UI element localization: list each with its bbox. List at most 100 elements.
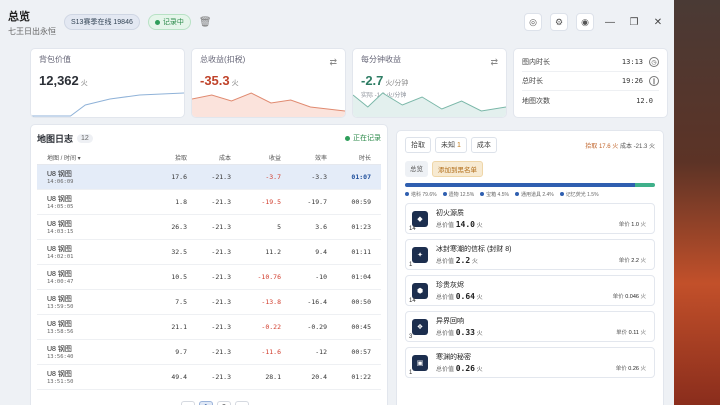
cell-gain: -3.7 xyxy=(265,173,281,181)
category-split-bar xyxy=(405,183,655,187)
cell-eff: 20.4 xyxy=(311,373,327,381)
map-name: U8 钢图 xyxy=(47,171,72,178)
page-button-1[interactable]: 1 xyxy=(199,401,213,405)
tab-unknown[interactable]: 未知 1 xyxy=(435,137,467,153)
side-value: 13:13 xyxy=(621,58,643,66)
col-header-gain[interactable]: 收益 xyxy=(231,153,281,162)
side-label: 地图次数 xyxy=(522,97,550,105)
map-time: 14:03:15 xyxy=(47,229,74,235)
map-name: U8 钢图 xyxy=(47,196,72,203)
tab-pick[interactable]: 拾取 xyxy=(405,137,431,153)
cell-map: U8 钢图 14:06:09 xyxy=(37,169,147,185)
swap-icon[interactable]: ⇄ xyxy=(329,57,337,68)
log-table-header: 地图 / 时间 ▾ 拾取 成本 收益 效率 时长 xyxy=(37,151,381,165)
cell-map: U8 钢图 13:56:40 xyxy=(37,344,147,360)
cell-cost: -21.3 xyxy=(211,373,231,381)
table-row[interactable]: U8 钢图 14:05:05 1.8 -21.3 -19.5 -19.7 00:59 xyxy=(37,190,381,215)
item-unit-value: 0.26 xyxy=(628,366,639,372)
app-window: 总览 七王日出永恒 S13赛季在线 19846 记录中 🗑 ◎ ⚙ ◉ — ❐ … xyxy=(0,0,674,405)
item-unit-label: 单价 xyxy=(612,294,624,300)
maximize-icon[interactable]: ❐ xyxy=(626,17,642,28)
drop-item-list: ◆ 14 初火源质 总价值 14.0 火单价 1.0 火 ✦ 1 冰封寒潮的信标 (封财 8… xyxy=(405,203,655,378)
drop-item[interactable]: ✦ 1 冰封寒潮的信标 (封财 8) 总价值 2.2 火单价 2.2 火 xyxy=(405,239,655,270)
legend-item: 遗物 12.5% xyxy=(443,191,475,198)
prev-page-icon[interactable]: ‹ xyxy=(181,401,195,405)
cell-eff: -16.4 xyxy=(307,298,327,306)
table-row[interactable]: U8 钢图 13:56:40 9.7 -21.3 -11.6 -12 00:57 xyxy=(37,340,381,365)
target-icon[interactable]: ◎ xyxy=(524,13,542,31)
drops-tabs: 拾取 未知 1 成本 拾取 17.6 火 成本 -21.3 火 xyxy=(405,137,655,153)
map-name: U8 钢图 xyxy=(47,346,72,353)
col-header-duration[interactable]: 时长 xyxy=(327,153,371,162)
item-name: 异界回响 xyxy=(436,318,464,325)
drop-item[interactable]: ❖ 3 异界回响 总价值 0.33 火单价 0.11 火 xyxy=(405,311,655,342)
item-total-label: 总价值 xyxy=(436,223,455,229)
cell-duration: 00:45 xyxy=(351,323,371,331)
side-value: 19:26 xyxy=(621,77,643,85)
item-total-label: 总价值 xyxy=(436,331,455,337)
swap-icon[interactable]: ⇄ xyxy=(490,57,498,68)
cell-map: U8 钢图 14:00:47 xyxy=(37,269,147,285)
page-button-2[interactable]: 2 xyxy=(217,401,231,405)
filter-blacklist[interactable]: 添加到黑名单 xyxy=(432,161,483,177)
table-row[interactable]: U8 钢图 13:59:50 7.5 -21.3 -13.8 -16.4 00:50 xyxy=(37,290,381,315)
recording-badge[interactable]: 记录中 xyxy=(147,14,191,30)
item-total-value: 0.33 xyxy=(455,328,475,337)
stat-label: 总收益(扣税) xyxy=(200,55,246,64)
col-header-map[interactable]: 地图 / 时间 ▾ xyxy=(37,153,147,162)
table-row[interactable]: U8 钢图 13:51:50 49.4 -21.3 28.1 20.4 01:22 xyxy=(37,365,381,390)
table-row[interactable]: U8 钢图 13:58:56 21.1 -21.3 -0.22 -0.29 00:45 xyxy=(37,315,381,340)
legend-item: 通用道具 2.4% xyxy=(515,191,554,198)
cell-gain: -10.76 xyxy=(257,273,281,281)
item-quantity: 14 xyxy=(409,298,416,304)
tab-cost[interactable]: 成本 xyxy=(470,137,497,153)
cell-duration: 01:23 xyxy=(351,223,371,231)
map-time: 13:56:40 xyxy=(47,354,74,360)
drop-item[interactable]: ▣ 1 寒渊的秘密 总价值 0.26 火单价 0.26 火 xyxy=(405,347,655,378)
map-name: U8 钢图 xyxy=(47,321,72,328)
close-icon[interactable]: ✕ xyxy=(650,17,666,28)
clock-icon[interactable]: ◷ xyxy=(649,57,659,67)
recording-dot-icon xyxy=(154,19,160,25)
col-header-cost[interactable]: 成本 xyxy=(187,153,231,162)
cell-pick: 10.5 xyxy=(171,273,187,281)
cell-pick: 26.3 xyxy=(171,223,187,231)
cell-gain: -19.5 xyxy=(261,198,281,206)
col-header-eff[interactable]: 效率 xyxy=(281,153,327,162)
totals-cost: 成本 -21.3 火 xyxy=(619,143,655,150)
cell-cost: -21.3 xyxy=(211,198,231,206)
cell-eff: -3.3 xyxy=(311,173,327,181)
table-row[interactable]: U8 钢图 14:02:01 32.5 -21.3 11.2 9.4 01:11 xyxy=(37,240,381,265)
trash-icon[interactable]: 🗑 xyxy=(199,17,212,28)
col-header-pick[interactable]: 拾取 xyxy=(147,153,187,162)
title-bar: 总览 七王日出永恒 S13赛季在线 19846 记录中 🗑 ◎ ⚙ ◉ — ❐ … xyxy=(0,0,674,44)
filter-overview[interactable]: 总览 xyxy=(405,161,428,177)
pause-icon[interactable]: ∥ xyxy=(649,76,659,86)
cell-pick: 32.5 xyxy=(171,248,187,256)
item-unit-price: 单价 0.26 火 xyxy=(616,364,646,372)
cell-map: U8 钢图 14:03:15 xyxy=(37,219,147,235)
item-quantity: 1 xyxy=(409,262,413,268)
table-row[interactable]: U8 钢图 14:06:09 17.6 -21.3 -3.7 -3.3 01:07 xyxy=(37,165,381,190)
cell-map: U8 钢图 14:02:01 xyxy=(37,244,147,260)
map-log-panel: 地图日志 12 正在记录 地图 / 时间 ▾ 拾取 成本 收益 效率 时长 U8… xyxy=(30,124,388,405)
drop-item[interactable]: ◆ 14 初火源质 总价值 14.0 火单价 1.0 火 xyxy=(405,203,655,234)
item-thumbnail-icon: ❖ xyxy=(412,318,428,335)
item-total-label: 总价值 xyxy=(436,295,455,301)
settings-gear-icon[interactable]: ⚙ xyxy=(550,13,568,31)
minimize-icon[interactable]: — xyxy=(602,17,618,28)
cell-pick: 1.8 xyxy=(175,198,187,206)
side-row-map-time: 图内时长 13:13 ◷ xyxy=(522,53,659,72)
table-row[interactable]: U8 钢图 14:00:47 10.5 -21.3 -10.76 -10 01:04 xyxy=(37,265,381,290)
page-subtitle: 七王日出永恒 xyxy=(8,26,56,36)
item-quantity: 1 xyxy=(409,370,413,376)
table-row[interactable]: U8 钢图 14:03:15 26.3 -21.3 5 3.6 01:23 xyxy=(37,215,381,240)
item-currency: 火 xyxy=(640,366,646,372)
map-time: 13:51:50 xyxy=(47,379,74,385)
next-page-icon[interactable]: › xyxy=(235,401,249,405)
drop-item[interactable]: ⬢ 14 珍贵灰烬 总价值 0.64 火单价 0.046 火 xyxy=(405,275,655,306)
log-count-badge: 12 xyxy=(77,133,93,143)
legend-item: 记忆荧光 1.5% xyxy=(560,191,599,198)
globe-icon[interactable]: ◉ xyxy=(576,13,594,31)
stat-per-minute: 每分钟收益 -2.7火/分钟 实际 -1.8 火/分钟 ⇄ xyxy=(352,48,507,118)
